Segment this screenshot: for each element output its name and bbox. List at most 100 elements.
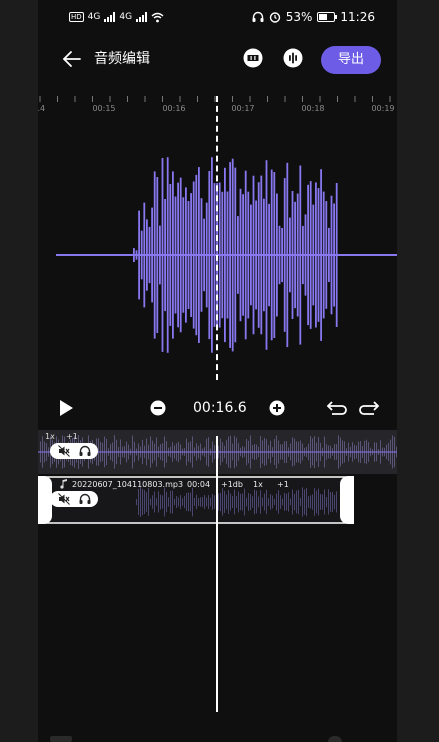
undo-icon[interactable]	[326, 398, 348, 418]
waveform-bar	[268, 203, 270, 307]
track2-wave-bar	[206, 497, 207, 507]
track2-wave-bar	[234, 489, 235, 515]
signal-icon	[136, 12, 148, 22]
track2-wave-bar	[334, 494, 335, 510]
timeline-playhead[interactable]	[216, 436, 218, 712]
track2-wave-bar	[280, 495, 281, 509]
track2-wave-bar	[240, 493, 241, 511]
waveform-bar	[302, 225, 304, 285]
waveform-bar	[146, 219, 148, 291]
waveform-bar	[221, 191, 224, 319]
play-icon[interactable]	[56, 398, 76, 418]
headphones-icon[interactable]	[79, 493, 91, 505]
waveform-bar	[229, 162, 231, 348]
track2-wave-bar	[166, 491, 167, 513]
track2-wave-bar	[214, 495, 215, 509]
track2-wave-bar	[192, 487, 193, 517]
waveform-bar	[239, 188, 242, 322]
track2-wave-bar	[222, 488, 223, 516]
zoom-in-icon[interactable]	[269, 400, 285, 416]
track2-wave-bar	[140, 487, 141, 517]
track2-wave-bar	[300, 498, 301, 506]
headphones-icon[interactable]	[79, 445, 91, 457]
track2-wave-bar	[162, 495, 163, 509]
track2-wave-bar	[224, 490, 225, 513]
network-label-2: 4G	[119, 12, 133, 22]
track2-wave-bar	[298, 489, 299, 515]
track2-wave-bar	[270, 494, 271, 510]
mute-icon[interactable]	[57, 493, 70, 505]
film-strip-icon[interactable]	[243, 48, 263, 68]
track2-wave-bar	[196, 494, 197, 510]
waveform-bar	[304, 214, 307, 296]
track2-wave-bar	[152, 495, 153, 509]
track2-wave-bar	[306, 487, 307, 517]
track2-wave-bar	[254, 489, 255, 515]
phone-screen: HD 4G 4G 53% 11:26 音频编辑 导出 4 00:15 00:16…	[38, 0, 397, 742]
back-arrow-icon[interactable]	[60, 47, 84, 71]
track2-wave-bar	[250, 494, 251, 511]
waveform-bar	[218, 182, 221, 328]
ruler-label: 00:18	[301, 104, 325, 113]
track2-wave-bar	[312, 494, 313, 510]
track2-wave-bar	[204, 495, 205, 509]
playhead-dashed[interactable]	[216, 96, 218, 380]
mute-icon[interactable]	[57, 445, 70, 457]
waveform-bar	[231, 158, 234, 352]
waveform-bar	[291, 191, 294, 319]
track1-speed: 1x	[45, 432, 55, 441]
equalizer-icon[interactable]	[283, 48, 303, 68]
waveform-bar	[322, 191, 325, 319]
track2-wave-bar	[278, 490, 279, 514]
track2-wave-bar	[302, 487, 303, 517]
waveform-bar	[164, 199, 166, 312]
battery-percent: 53%	[285, 10, 313, 24]
bottom-toolbar-edge	[50, 736, 72, 742]
waveform-bar	[278, 225, 281, 285]
waveform-bar	[169, 184, 172, 326]
track2-audio-toggles	[50, 491, 98, 507]
track2-wave-bar	[288, 492, 289, 512]
waveform-bar	[260, 175, 263, 335]
export-button[interactable]: 导出	[321, 46, 381, 74]
track2-wave-bar	[264, 493, 265, 511]
hd-badge: HD	[69, 12, 84, 22]
track2-wave-bar	[316, 490, 317, 514]
track2-wave-bar	[274, 499, 275, 505]
zoom-out-icon[interactable]	[150, 400, 166, 416]
battery-icon	[317, 12, 338, 22]
track2-wave-bar	[146, 492, 147, 512]
track2-wave-bar	[180, 495, 181, 509]
track2-wave-bar	[136, 499, 137, 506]
waveform-bar	[211, 157, 213, 353]
track2-wave-bar	[284, 493, 285, 511]
trim-handle-right[interactable]	[340, 476, 354, 524]
waveform-bar	[294, 201, 296, 309]
waveform-bar	[205, 202, 208, 308]
track2-wave-bar	[248, 493, 249, 511]
waveform-bar	[166, 157, 169, 353]
network-label-1: 4G	[87, 12, 101, 22]
clip-duration: 00:04	[187, 480, 211, 489]
waveform-bar	[151, 207, 153, 303]
waveform-bar	[172, 171, 174, 339]
waveform-bar	[270, 169, 273, 341]
ruler-label: 00:17	[231, 104, 255, 113]
redo-icon[interactable]	[358, 398, 380, 418]
waveform-bar	[179, 177, 182, 333]
track2-wave-bar	[336, 491, 337, 513]
track2-wave-bar	[292, 489, 293, 515]
track2-wave-bar	[246, 497, 247, 507]
track2-wave-bar	[212, 494, 213, 510]
waveform-bar	[281, 228, 283, 283]
waveform-bar	[174, 196, 177, 314]
track2-wave-bar	[236, 495, 237, 508]
waveform-bar	[161, 158, 164, 352]
track2-wave-bar	[178, 497, 179, 507]
clip-filename: 20220607_104110803.mp3	[72, 480, 184, 489]
clock: 11:26	[340, 10, 375, 24]
waveform-bar	[192, 181, 195, 329]
waveform-bar	[135, 250, 138, 260]
track1-extra: +1	[66, 432, 78, 441]
track2-wave-bar	[318, 488, 319, 516]
